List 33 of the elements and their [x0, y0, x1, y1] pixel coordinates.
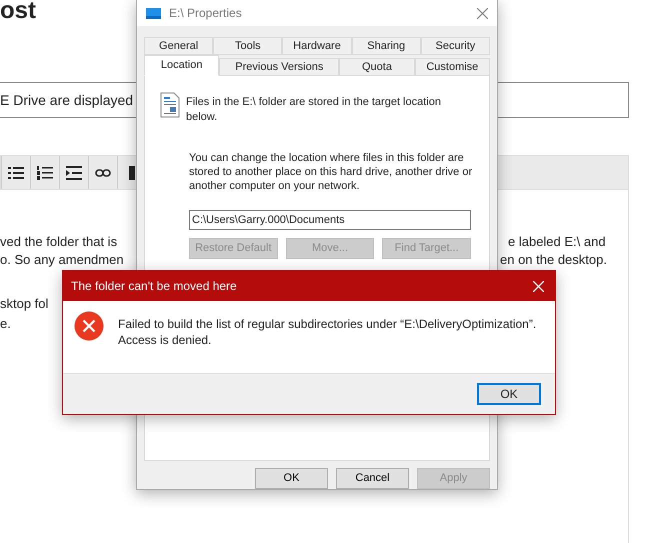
- tab[interactable]: Customise: [414, 58, 490, 76]
- indent-icon[interactable]: [66, 166, 82, 180]
- body-text: e.: [0, 315, 12, 332]
- tab[interactable]: Quota: [339, 58, 415, 76]
- description-text: You can change the location where files in this folder are stored to another place on this hard drive, another drive or another computer on your network.: [189, 151, 474, 193]
- error-message: Failed to build the list of regular subdirectories under “E:\DeliveryOptimization”. Access is denied.: [118, 316, 538, 349]
- tab[interactable]: Previous Versions: [219, 58, 340, 76]
- dialog-button[interactable]: OK: [255, 468, 328, 489]
- body-text: ved the folder that is: [0, 233, 118, 250]
- tab[interactable]: Location: [144, 55, 220, 76]
- numbered-list-icon[interactable]: [37, 166, 53, 180]
- window-title: E:\ Properties: [169, 5, 242, 22]
- document-icon: [160, 92, 180, 118]
- body-text: en on the desktop.: [500, 251, 607, 268]
- tab[interactable]: Tools: [213, 37, 282, 55]
- tab[interactable]: Sharing: [352, 37, 421, 55]
- drive-icon: [146, 8, 161, 18]
- body-text: sktop fol: [0, 295, 48, 312]
- tab[interactable]: Security: [420, 37, 490, 55]
- intro-text: Files in the E:\ folder are stored in the target location below.: [186, 95, 442, 125]
- tab[interactable]: Hardware: [282, 37, 352, 55]
- page-heading: ost: [0, 0, 36, 22]
- error-title: The folder can't be moved here: [71, 278, 237, 295]
- body-text: e labeled E:\ and: [507, 233, 607, 250]
- bullet-list-icon[interactable]: [8, 166, 24, 180]
- dialog-button[interactable]: Cancel: [336, 468, 409, 489]
- tab[interactable]: General: [144, 37, 214, 55]
- link-icon[interactable]: [95, 168, 111, 178]
- body-text: o. So any amendmen: [0, 251, 124, 268]
- close-icon[interactable]: [477, 8, 488, 18]
- error-icon: [74, 311, 104, 341]
- path-field[interactable]: C:\Users\Garry.000\Documents: [189, 210, 471, 230]
- ok-button[interactable]: OK: [477, 383, 541, 405]
